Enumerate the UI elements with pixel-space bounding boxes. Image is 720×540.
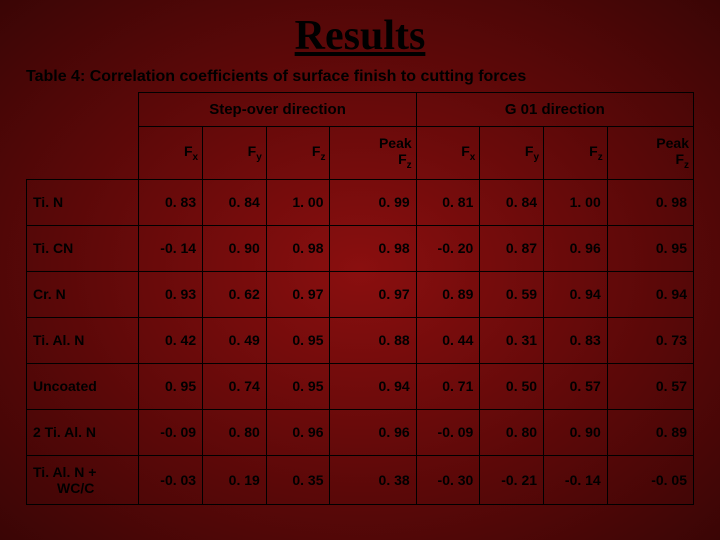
cell: 0. 31 <box>480 317 544 363</box>
cell: -0. 30 <box>416 455 480 504</box>
cell: -0. 05 <box>607 455 693 504</box>
cell: -0. 21 <box>480 455 544 504</box>
cell: 0. 96 <box>544 225 608 271</box>
cell: 0. 80 <box>480 409 544 455</box>
cell: 0. 50 <box>480 363 544 409</box>
cell: 0. 74 <box>203 363 267 409</box>
cell: 0. 95 <box>139 363 203 409</box>
cell: 0. 88 <box>330 317 416 363</box>
cell: 0. 80 <box>203 409 267 455</box>
cell: 0. 93 <box>139 271 203 317</box>
table-corner <box>27 127 139 180</box>
cell: 0. 98 <box>330 225 416 271</box>
table-row: Uncoated 0. 95 0. 74 0. 95 0. 94 0. 71 0… <box>27 363 694 409</box>
col-header-peakfz-g01: PeakFz <box>607 127 693 180</box>
cell: -0. 14 <box>139 225 203 271</box>
col-header-fz-so: Fz <box>266 127 330 180</box>
table-row: Cr. N 0. 93 0. 62 0. 97 0. 97 0. 89 0. 5… <box>27 271 694 317</box>
table-row: Ti. Al. N + WC/C -0. 03 0. 19 0. 35 0. 3… <box>27 455 694 504</box>
col-header-fx-g01: Fx <box>416 127 480 180</box>
cell: 0. 98 <box>266 225 330 271</box>
cell: 0. 96 <box>330 409 416 455</box>
row-label: Ti. Al. N + WC/C <box>27 455 139 504</box>
cell: 0. 83 <box>544 317 608 363</box>
cell: 0. 49 <box>203 317 267 363</box>
cell: 0. 94 <box>330 363 416 409</box>
cell: 0. 90 <box>544 409 608 455</box>
row-label: Ti. CN <box>27 225 139 271</box>
cell: 0. 84 <box>203 179 267 225</box>
cell: 0. 97 <box>266 271 330 317</box>
cell: -0. 09 <box>416 409 480 455</box>
col-header-fz-g01: Fz <box>544 127 608 180</box>
table-row: Ti. N 0. 83 0. 84 1. 00 0. 99 0. 81 0. 8… <box>27 179 694 225</box>
table-sub-header-row: Fx Fy Fz PeakFz Fx Fy Fz PeakFz <box>27 127 694 180</box>
cell: -0. 20 <box>416 225 480 271</box>
cell: 0. 89 <box>607 409 693 455</box>
cell: -0. 03 <box>139 455 203 504</box>
cell: 0. 35 <box>266 455 330 504</box>
cell: 0. 71 <box>416 363 480 409</box>
row-label: Uncoated <box>27 363 139 409</box>
table-body: Ti. N 0. 83 0. 84 1. 00 0. 99 0. 81 0. 8… <box>27 179 694 504</box>
table-caption: Table 4: Correlation coefficients of sur… <box>26 68 694 86</box>
cell: 1. 00 <box>266 179 330 225</box>
cell: 0. 84 <box>480 179 544 225</box>
table-row: Ti. CN -0. 14 0. 90 0. 98 0. 98 -0. 20 0… <box>27 225 694 271</box>
row-label: Cr. N <box>27 271 139 317</box>
cell: 0. 99 <box>330 179 416 225</box>
cell: 0. 98 <box>607 179 693 225</box>
cell: 0. 42 <box>139 317 203 363</box>
cell: 0. 38 <box>330 455 416 504</box>
col-header-fy-g01: Fy <box>480 127 544 180</box>
col-header-fy-so: Fy <box>203 127 267 180</box>
cell: 0. 83 <box>139 179 203 225</box>
cell: 0. 57 <box>607 363 693 409</box>
cell: -0. 14 <box>544 455 608 504</box>
table-row: Ti. Al. N 0. 42 0. 49 0. 95 0. 88 0. 44 … <box>27 317 694 363</box>
cell: 0. 94 <box>544 271 608 317</box>
col-header-fx-so: Fx <box>139 127 203 180</box>
cell: -0. 09 <box>139 409 203 455</box>
row-label: Ti. Al. N <box>27 317 139 363</box>
page-title: Results <box>26 12 694 60</box>
cell: 0. 81 <box>416 179 480 225</box>
row-label: 2 Ti. Al. N <box>27 409 139 455</box>
cell: 0. 97 <box>330 271 416 317</box>
table-row: 2 Ti. Al. N -0. 09 0. 80 0. 96 0. 96 -0.… <box>27 409 694 455</box>
cell: 0. 59 <box>480 271 544 317</box>
cell: 0. 73 <box>607 317 693 363</box>
group-header-g01: G 01 direction <box>416 93 693 127</box>
cell: 0. 95 <box>266 363 330 409</box>
group-header-stepover: Step-over direction <box>139 93 416 127</box>
row-label: Ti. N <box>27 179 139 225</box>
cell: 1. 00 <box>544 179 608 225</box>
cell: 0. 95 <box>266 317 330 363</box>
cell: 0. 44 <box>416 317 480 363</box>
table-group-header-row: Step-over direction G 01 direction <box>27 93 694 127</box>
cell: 0. 96 <box>266 409 330 455</box>
results-table: Step-over direction G 01 direction Fx Fy… <box>26 92 694 505</box>
cell: 0. 94 <box>607 271 693 317</box>
cell: 0. 90 <box>203 225 267 271</box>
cell: 0. 95 <box>607 225 693 271</box>
cell: 0. 62 <box>203 271 267 317</box>
slide: Results Table 4: Correlation coefficient… <box>0 0 720 505</box>
cell: 0. 57 <box>544 363 608 409</box>
cell: 0. 89 <box>416 271 480 317</box>
col-header-peakfz-so: PeakFz <box>330 127 416 180</box>
cell: 0. 19 <box>203 455 267 504</box>
table-corner <box>27 93 139 127</box>
cell: 0. 87 <box>480 225 544 271</box>
